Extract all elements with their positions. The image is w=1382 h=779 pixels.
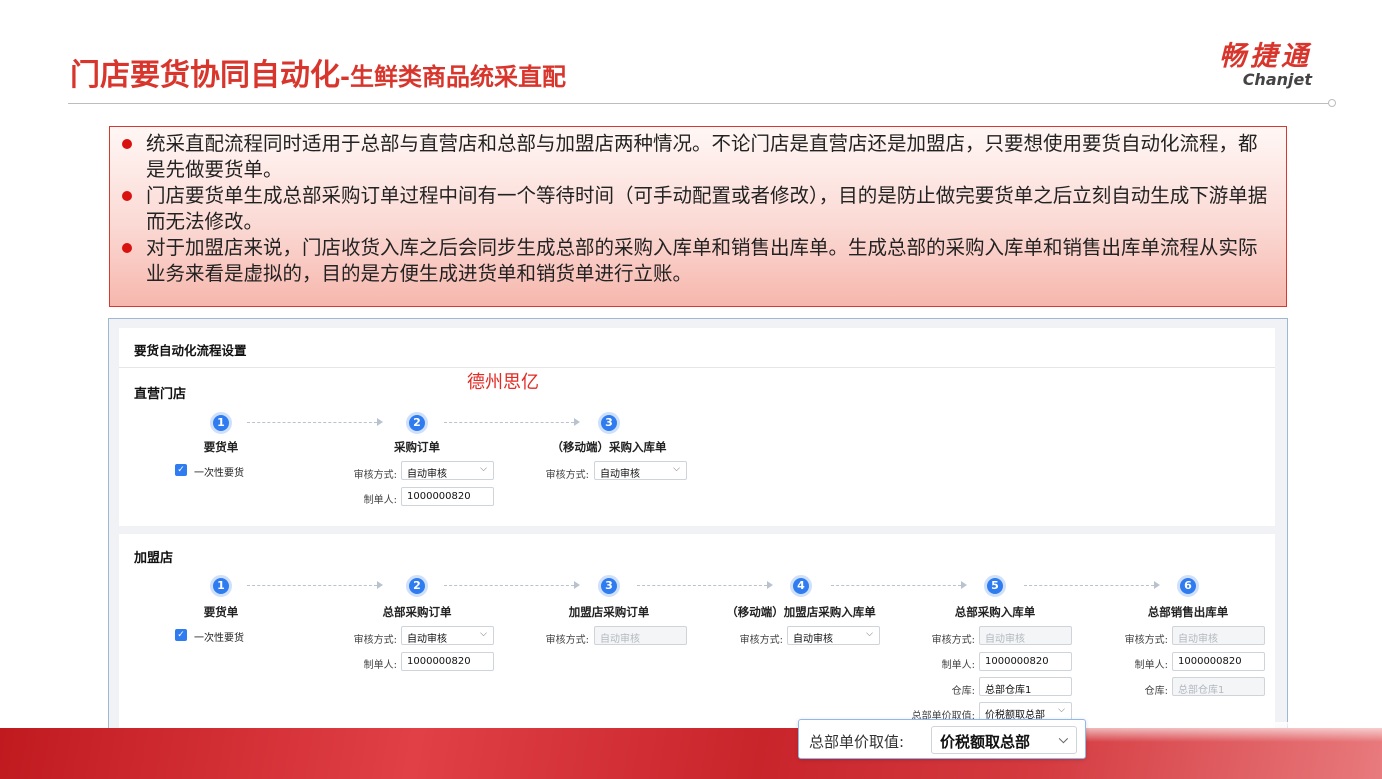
step-number-icon: 1	[210, 575, 232, 597]
step-number-icon: 2	[406, 575, 428, 597]
note-item: 门店要货单生成总部采购订单过程中间有一个等待时间（可手动配置或者修改），目的是防…	[120, 183, 1276, 235]
direct-step-1-label: 要货单	[203, 440, 239, 454]
review-label: 审核方式:	[1124, 635, 1168, 646]
review-select-disabled: 自动审核	[594, 626, 687, 645]
review-label: 审核方式:	[931, 635, 975, 646]
one-time-label: 一次性要货	[194, 468, 244, 479]
review-value: 自动审核	[407, 634, 447, 645]
chanjet-logo: 畅捷通 Chanjet	[1178, 42, 1312, 88]
slide-title: 门店要货协同自动化-生鲜类商品统采直配	[70, 50, 566, 94]
review-select-disabled: 自动审核	[979, 626, 1072, 645]
review-select[interactable]: 自动审核 ⌵	[401, 626, 494, 645]
maker-label: 制单人:	[941, 660, 975, 671]
review-select[interactable]: 自动审核 ⌵	[787, 626, 880, 645]
direct-step-3-label: （移动端）采购入库单	[551, 440, 667, 454]
zoom-price-select[interactable]: 价税额取总部 ⌵	[931, 726, 1077, 754]
title-main: 门店要货协同自动化	[70, 58, 340, 93]
franchise-step-4-label: （移动端）加盟店采购入库单	[726, 605, 876, 619]
maker-label: 制单人:	[363, 495, 397, 506]
review-select[interactable]: 自动审核 ⌵	[401, 461, 494, 480]
slide: 门店要货协同自动化-生鲜类商品统采直配 畅捷通 Chanjet 统采直配流程同时…	[0, 0, 1382, 779]
franchise-panel: 加盟店 1 2 3 4 5 6 要货单 总部采购订单 加盟店采购订单 （移动端）…	[119, 534, 1275, 744]
note-text: 统采直配流程同时适用于总部与直营店和总部与加盟店两种情况。不论门店是直营店还是加…	[146, 132, 1258, 181]
watermark-text: 德州思亿	[467, 372, 539, 393]
note-text: 门店要货单生成总部采购订单过程中间有一个等待时间（可手动配置或者修改），目的是防…	[146, 184, 1268, 233]
flow-arrow	[247, 418, 383, 426]
franchise-step-3-label: 加盟店采购订单	[568, 605, 650, 619]
logo-cn: 畅捷通	[1219, 41, 1312, 72]
step-number-icon: 5	[984, 575, 1006, 597]
bullet-icon	[122, 191, 132, 201]
chevron-down-icon: ⌵	[480, 464, 487, 474]
note-text: 对于加盟店来说，门店收货入库之后会同步生成总部的采购入库单和销售出库单。生成总部…	[146, 236, 1258, 285]
flow-arrow	[247, 581, 383, 589]
review-value: 自动审核	[793, 634, 833, 645]
direct-step-2-label: 采购订单	[394, 440, 440, 454]
notes-box: 统采直配流程同时适用于总部与直营店和总部与加盟店两种情况。不论门店是直营店还是加…	[109, 126, 1287, 307]
warehouse-input[interactable]: 总部仓库1	[979, 677, 1072, 696]
maker-input[interactable]: 1000000820	[979, 652, 1072, 671]
chevron-down-icon: ⌵	[480, 629, 487, 639]
review-select[interactable]: 自动审核 ⌵	[594, 461, 687, 480]
price-zoom-callout: 总部单价取值: 价税额取总部 ⌵	[798, 719, 1086, 759]
franchise-step-2-label: 总部采购订单	[382, 605, 452, 619]
franchise-step-5-label: 总部采购入库单	[954, 605, 1036, 619]
franchise-step-1-label: 要货单	[203, 605, 239, 619]
review-value: 自动审核	[600, 469, 640, 480]
review-value: 自动审核	[407, 469, 447, 480]
franchise-title: 加盟店	[134, 551, 174, 566]
step-number-icon: 2	[406, 412, 428, 434]
warehouse-label: 仓库:	[951, 686, 975, 697]
settings-header: 要货自动化流程设置	[119, 328, 1275, 368]
one-time-checkbox[interactable]: ✓	[175, 464, 187, 476]
zoom-price-value: 价税额取总部	[940, 733, 1031, 751]
zoom-price-label: 总部单价取值:	[809, 733, 905, 751]
maker-input[interactable]: 1000000820	[1172, 652, 1265, 671]
review-label: 审核方式:	[739, 635, 783, 646]
one-time-label: 一次性要货	[194, 633, 244, 644]
review-label: 审核方式:	[353, 635, 397, 646]
note-item: 统采直配流程同时适用于总部与直营店和总部与加盟店两种情况。不论门店是直营店还是加…	[120, 131, 1276, 183]
one-time-checkbox[interactable]: ✓	[175, 629, 187, 641]
title-divider	[68, 103, 1330, 104]
maker-label: 制单人:	[1134, 660, 1168, 671]
flow-arrow	[444, 418, 580, 426]
chevron-down-icon: ⌵	[866, 629, 873, 639]
review-label: 审核方式:	[545, 635, 589, 646]
flow-arrow	[444, 581, 580, 589]
flow-arrow	[831, 581, 967, 589]
chevron-down-icon: ⌵	[1058, 705, 1065, 715]
direct-store-title: 直营门店	[134, 387, 187, 402]
review-label: 审核方式:	[545, 470, 589, 481]
title-divider-dot	[1328, 99, 1336, 107]
flow-arrow	[1024, 581, 1160, 589]
note-item: 对于加盟店来说，门店收货入库之后会同步生成总部的采购入库单和销售出库单。生成总部…	[120, 235, 1276, 287]
flow-arrow	[637, 581, 773, 589]
settings-title: 要货自动化流程设置	[134, 343, 247, 358]
direct-store-panel: 直营门店 德州思亿 1 2 3 要货单 采购订单 （移动端）采购入库单 ✓ 一次…	[119, 368, 1275, 526]
bullet-icon	[122, 139, 132, 149]
title-sub: -生鲜类商品统采直配	[340, 63, 566, 91]
warehouse-input-disabled: 总部仓库1	[1172, 677, 1265, 696]
step-number-icon: 4	[790, 575, 812, 597]
maker-input[interactable]: 1000000820	[401, 652, 494, 671]
chevron-down-icon: ⌵	[673, 464, 680, 474]
maker-input[interactable]: 1000000820	[401, 487, 494, 506]
chevron-down-icon: ⌵	[1058, 732, 1068, 746]
step-number-icon: 3	[598, 412, 620, 434]
warehouse-label: 仓库:	[1144, 686, 1168, 697]
settings-screenshot: 要货自动化流程设置 直营门店 德州思亿 1 2 3 要货单 采购订单 （移动端）…	[108, 318, 1288, 767]
step-number-icon: 6	[1177, 575, 1199, 597]
review-select-disabled: 自动审核	[1172, 626, 1265, 645]
review-label: 审核方式:	[353, 470, 397, 481]
step-number-icon: 1	[210, 412, 232, 434]
maker-label: 制单人:	[363, 660, 397, 671]
bullet-icon	[122, 243, 132, 253]
franchise-step-6-label: 总部销售出库单	[1147, 605, 1229, 619]
logo-en: Chanjet	[1242, 70, 1312, 89]
step-number-icon: 3	[598, 575, 620, 597]
